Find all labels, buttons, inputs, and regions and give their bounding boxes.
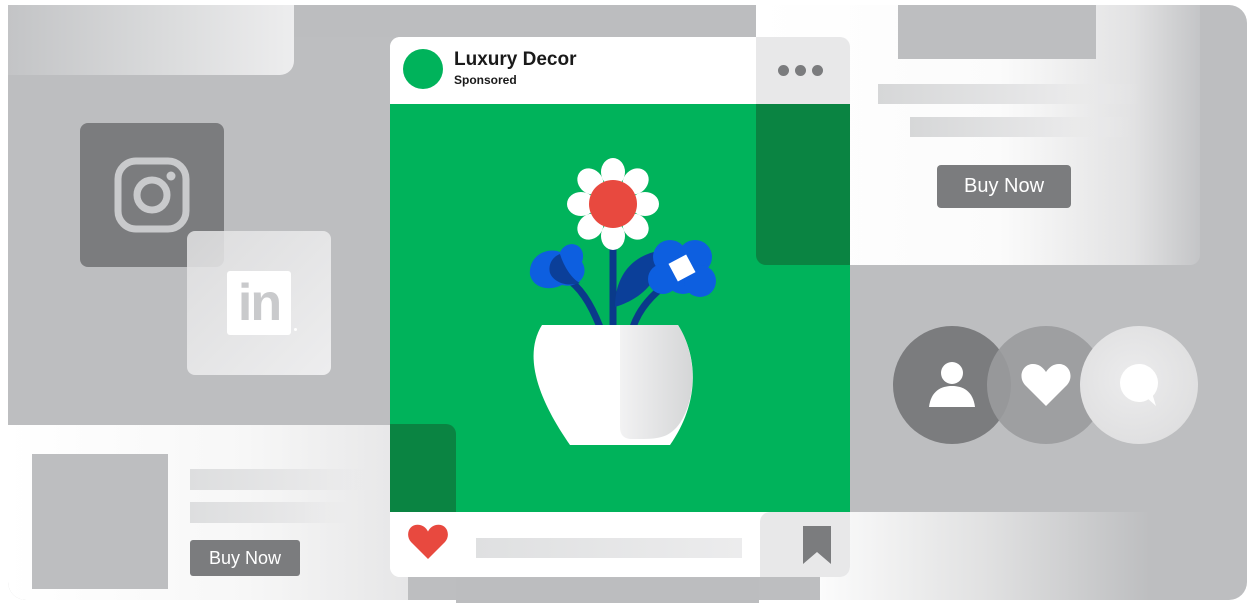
brand-name[interactable]: Luxury Decor <box>454 49 576 71</box>
top-right-ad-text-line <box>878 84 1140 104</box>
heart-icon <box>1021 363 1071 406</box>
user-icon <box>929 362 975 407</box>
dot <box>812 65 823 76</box>
linkedin-tile[interactable]: in <box>187 231 331 375</box>
flower-vase-illustration <box>529 158 716 445</box>
linkedin-trademark-dot <box>294 328 297 331</box>
sponsored-label: Sponsored <box>454 73 517 87</box>
top-right-ad-text-line <box>910 117 1132 137</box>
comment-icon <box>1120 364 1158 406</box>
post-image-accent <box>390 424 456 512</box>
bottom-right-panel <box>820 512 1150 600</box>
dot <box>795 65 806 76</box>
bottom-left-ad-text-line <box>190 502 350 523</box>
top-right-ad-image <box>898 5 1096 59</box>
bottom-center-panel <box>456 578 759 603</box>
dot <box>778 65 789 76</box>
social-ad-illustration: Buy Now Buy Now in Luxury Decor Sponsore… <box>0 0 1255 603</box>
sponsored-post-card: Luxury Decor Sponsored <box>390 37 850 577</box>
top-center-panel <box>294 5 756 37</box>
linkedin-icon: in <box>227 271 297 335</box>
more-options-icon[interactable] <box>778 65 823 76</box>
post-image-accent <box>756 104 850 265</box>
heart-icon[interactable] <box>407 524 449 560</box>
caption-placeholder <box>476 538 742 558</box>
bottom-left-ad-text-line <box>190 469 370 490</box>
buy-now-button[interactable]: Buy Now <box>190 540 300 576</box>
bottom-left-ad-image <box>32 454 168 589</box>
top-left-panel <box>8 5 294 75</box>
avatar[interactable] <box>403 49 443 89</box>
buy-now-button[interactable]: Buy Now <box>937 165 1071 208</box>
bookmark-icon[interactable] <box>803 526 831 564</box>
linkedin-logo-text: in <box>237 274 282 332</box>
comment-reaction[interactable] <box>1080 326 1198 444</box>
instagram-icon <box>114 157 190 233</box>
